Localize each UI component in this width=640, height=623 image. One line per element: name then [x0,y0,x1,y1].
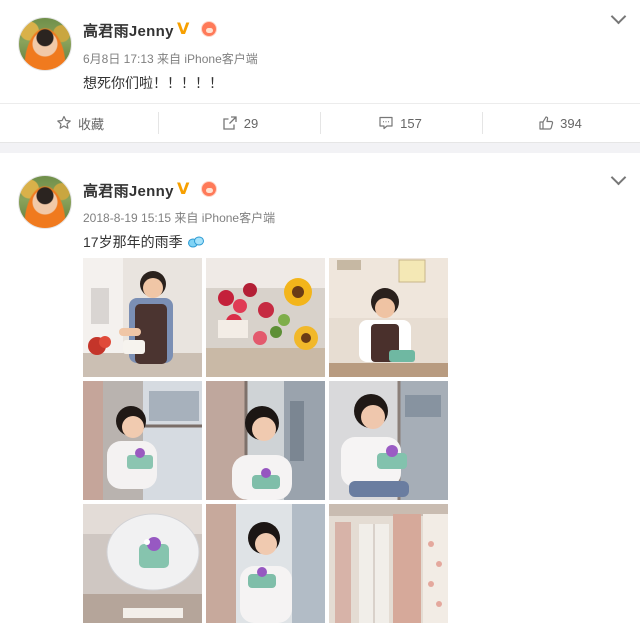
verified-v-icon: V [177,19,190,38]
repost-count: 29 [243,115,259,131]
author-name[interactable]: 高君雨Jenny [83,20,174,41]
post-text: 17岁那年的雨季 [83,232,205,252]
chevron-down-icon[interactable] [610,169,627,186]
action-bar: 收藏 29 157 394 [0,103,640,142]
droplet-emoji-icon [188,236,205,248]
chevron-down-icon[interactable] [610,8,627,25]
comment-count: 157 [400,115,422,131]
photo-girl-kitchen[interactable] [83,258,202,377]
post-text: 想死你们啦！！！！！ [83,75,223,91]
comment-button[interactable]: 157 [320,104,480,142]
user-level-icon [201,21,217,37]
thumb-up-icon [539,116,554,130]
photo-window-cake-2[interactable] [206,381,325,500]
star-icon [57,115,71,129]
avatar[interactable] [18,17,72,71]
photo-window-cake-3[interactable] [329,381,448,500]
author-name[interactable]: 高君雨Jenny [83,180,174,201]
like-count: 394 [560,115,582,131]
share-icon [223,116,237,130]
post-meta[interactable]: 2018-8-19 15:15 来自 iPhone客户端 [83,209,275,226]
post-text-content: 17岁那年的雨季 [83,234,183,250]
photo-window-cake-1[interactable] [83,381,202,500]
verified-v-icon: V [177,179,190,198]
like-button[interactable]: 394 [480,104,640,142]
photo-cake-closeup[interactable] [83,504,202,623]
photo-balcony-curtain[interactable] [329,504,448,623]
photo-flowers-bouquet[interactable] [206,258,325,377]
post-meta[interactable]: 6月8日 17:13 来自 iPhone客户端 [83,50,258,67]
comment-icon [379,116,393,130]
action-divider [158,112,159,134]
photo-girl-table-cake[interactable] [329,258,448,377]
user-level-icon [201,181,217,197]
avatar[interactable] [18,175,72,229]
repost-button[interactable]: 29 [160,104,320,142]
photo-girl-holding-cake[interactable] [206,504,325,623]
weibo-post-1: 高君雨Jenny V 6月8日 17:13 来自 iPhone客户端 想死你们啦… [0,0,640,142]
favorite-button[interactable]: 收藏 [0,104,160,142]
favorite-label: 收藏 [77,116,104,132]
